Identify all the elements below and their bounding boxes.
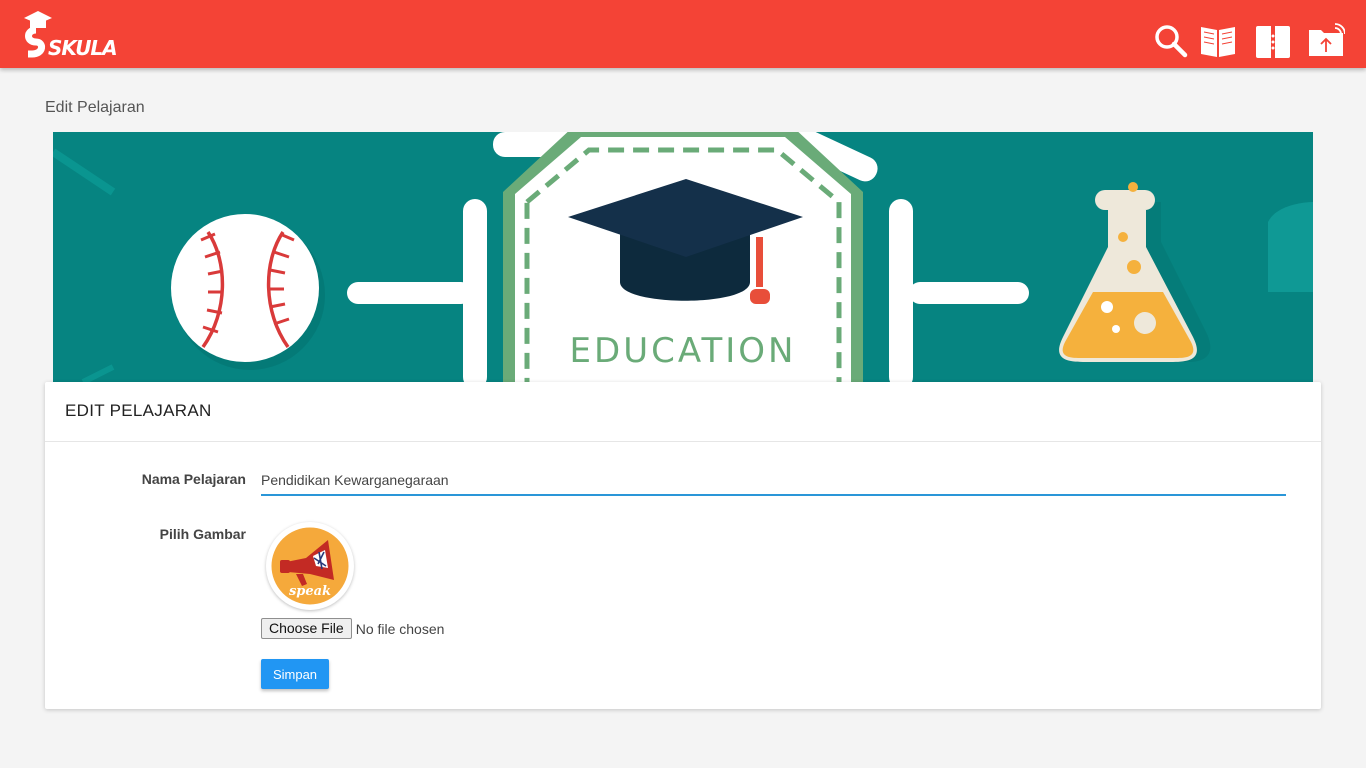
- file-status: No file chosen: [355, 620, 445, 637]
- preview-caption: speak: [289, 584, 331, 599]
- choose-image-label: Pilih Gambar: [159, 526, 246, 542]
- folder-upload-icon[interactable]: [1307, 22, 1346, 60]
- skula-logo[interactable]: SKULA: [20, 8, 118, 60]
- lesson-name-input[interactable]: [261, 466, 1286, 496]
- banner-text: EDUCATION: [570, 331, 797, 371]
- search-icon[interactable]: [1152, 22, 1190, 60]
- save-button[interactable]: Simpan: [261, 659, 329, 689]
- file-input: Choose File No file chosen: [261, 618, 444, 639]
- lesson-name-label: Nama Pelajaran: [141, 471, 246, 487]
- card-title: EDIT PELAJARAN: [45, 382, 1321, 442]
- education-illustration: EDUCATION: [53, 132, 1313, 382]
- edit-lesson-card: EDIT PELAJARAN Nama Pelajaran Pilih Gamb…: [45, 382, 1321, 709]
- top-bar: SKULA: [0, 0, 1366, 68]
- notebook-icon[interactable]: [1254, 24, 1292, 62]
- page-title: Edit Pelajaran: [45, 99, 145, 116]
- logo-text: SKULA: [48, 36, 118, 60]
- education-banner: EDUCATION: [53, 132, 1313, 382]
- choose-file-button[interactable]: Choose File: [261, 618, 352, 639]
- megaphone-icon: speak: [268, 524, 352, 608]
- image-preview: speak: [266, 522, 354, 610]
- book-open-icon[interactable]: [1199, 22, 1237, 60]
